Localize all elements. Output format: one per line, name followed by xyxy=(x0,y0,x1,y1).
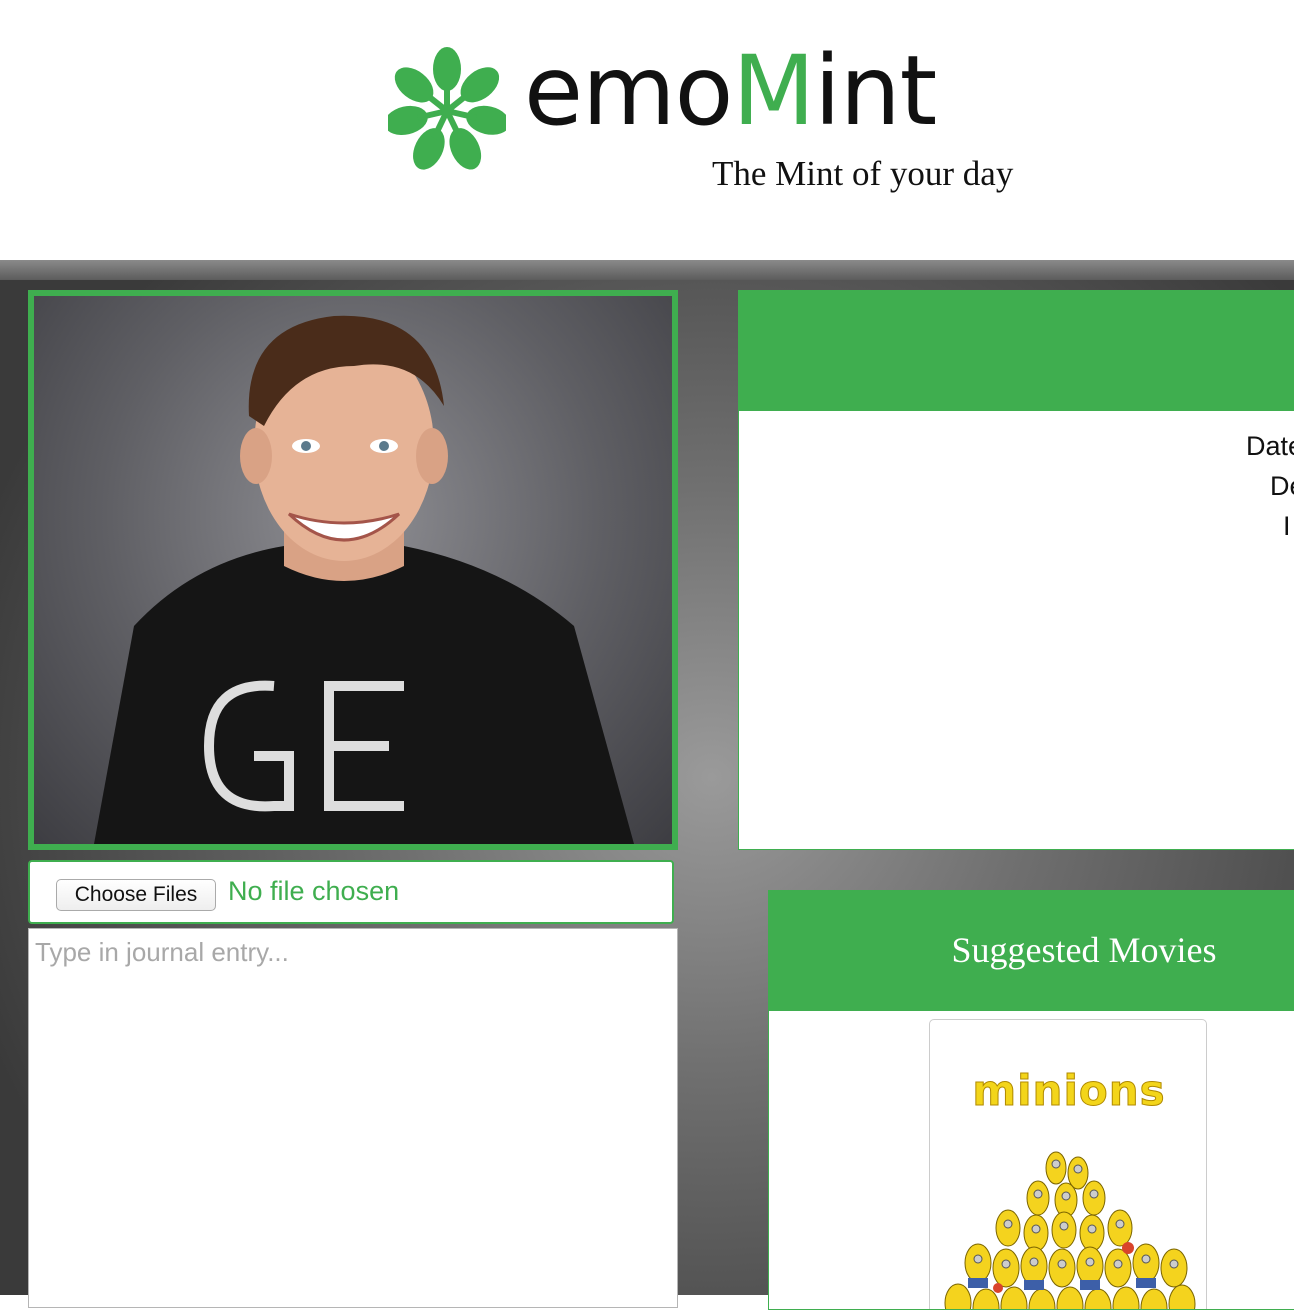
mint-flower-icon xyxy=(388,47,506,170)
choose-files-button[interactable]: Choose Files xyxy=(56,879,216,911)
brand-name-accent: M xyxy=(732,35,815,147)
brand-logo-text: emoMint xyxy=(524,35,937,147)
brand-tagline: The Mint of your day xyxy=(712,154,1014,193)
movie-poster: minions xyxy=(938,1028,1200,1309)
file-upload: Choose Files No file chosen xyxy=(28,860,674,924)
file-status: No file chosen xyxy=(228,876,400,906)
page-header: emoMint The Mint of your day xyxy=(0,0,1294,260)
info-line: I xyxy=(1283,511,1291,541)
info-line: Date xyxy=(1246,431,1294,461)
info-panel: Date De I xyxy=(738,290,1294,850)
brand-name-prefix: emo xyxy=(524,35,733,147)
movie-card[interactable]: minions xyxy=(929,1019,1207,1309)
suggested-movies-panel: Suggested Movies minions xyxy=(768,890,1294,1310)
movies-panel-header: Suggested Movies xyxy=(769,891,1294,1011)
info-line: De xyxy=(1270,471,1294,501)
minions-crowd-image xyxy=(944,1151,1196,1309)
main-content: Choose Files No file chosen Date De I Su… xyxy=(0,260,1294,1310)
top-divider xyxy=(0,260,1294,280)
uploaded-photo xyxy=(28,290,678,850)
info-panel-header xyxy=(739,291,1294,411)
movies-title: Suggested Movies xyxy=(951,930,1217,970)
brand-name-suffix: int xyxy=(814,35,937,147)
journal-entry-input[interactable] xyxy=(28,928,678,1308)
portrait-image xyxy=(94,315,634,844)
poster-title: minions xyxy=(972,1066,1166,1116)
